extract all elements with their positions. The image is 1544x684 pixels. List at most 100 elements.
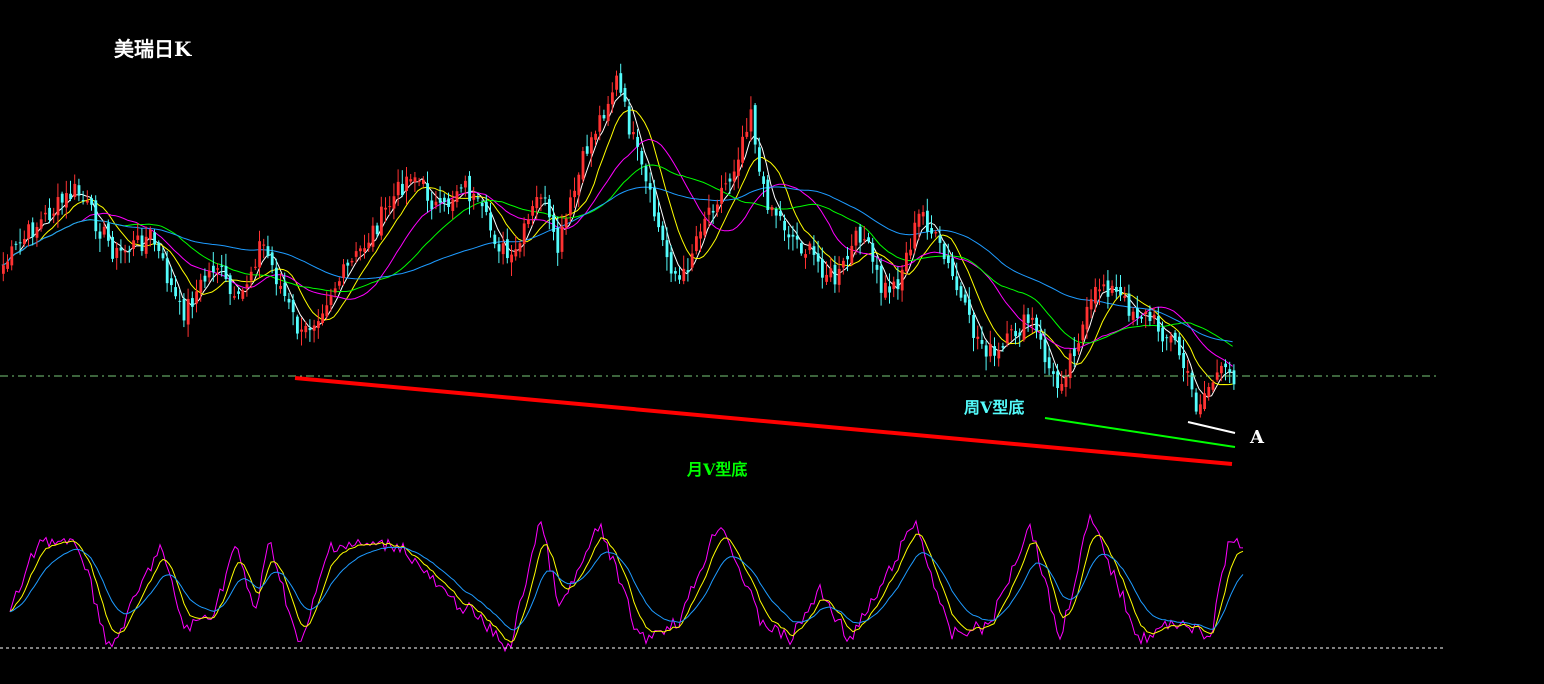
candle-body (417, 181, 421, 183)
candle-body (300, 329, 303, 332)
candle-body (31, 222, 35, 238)
candle-body (438, 198, 442, 203)
candle-body (854, 230, 858, 246)
candle-body (905, 252, 908, 272)
candle-body (283, 282, 287, 296)
candle-body (703, 218, 707, 236)
candle-body (493, 234, 497, 245)
candle-body (963, 294, 967, 303)
candle-body (291, 299, 295, 313)
candle-body (1081, 324, 1085, 341)
candle-body (1026, 314, 1030, 323)
candle-body (1010, 329, 1013, 331)
candle-body (779, 211, 782, 217)
candle-body (77, 185, 81, 196)
candle-body (86, 200, 89, 203)
candle-body (279, 285, 282, 289)
candle-body (1228, 369, 1232, 373)
candle-body (472, 193, 476, 200)
candle-body (195, 291, 198, 304)
monthly-v-bottom-label: 月V型底 (686, 460, 747, 479)
candle-body (497, 244, 501, 252)
candle-body (758, 147, 761, 172)
candle-body (690, 253, 694, 268)
candle-body (711, 210, 715, 213)
candle-body (1165, 337, 1169, 339)
candle-body (556, 227, 560, 253)
candle-body (1085, 306, 1089, 330)
candle-body (396, 181, 400, 196)
candle-body (1060, 383, 1064, 391)
candle-body (346, 262, 350, 266)
candle-body (312, 325, 316, 331)
candle-body (1018, 332, 1022, 336)
candle-body (884, 282, 887, 298)
candle-body (539, 197, 543, 199)
candle-body (1005, 333, 1009, 344)
candle-body (1224, 363, 1227, 368)
candle-body (128, 250, 131, 252)
candle-body (262, 244, 266, 246)
candle-body (804, 254, 807, 258)
candle-body (1115, 286, 1118, 292)
candle-body (728, 178, 732, 182)
candle-body (501, 243, 505, 255)
candle-body (1064, 375, 1068, 388)
candle-body (170, 278, 173, 286)
candle-body (1047, 357, 1051, 369)
candle-body (573, 190, 576, 198)
candle-body (6, 261, 9, 269)
candle-body (380, 206, 383, 236)
candle-body (661, 225, 665, 241)
candle-body (1144, 311, 1148, 315)
candle-body (1173, 332, 1177, 341)
candle-body (1106, 280, 1110, 297)
candle-body (732, 171, 736, 182)
candle-body (27, 224, 30, 239)
candle-body (296, 316, 299, 334)
candle-body (695, 236, 698, 252)
candle-body (254, 266, 257, 268)
candle-body (430, 200, 434, 210)
candle-body (14, 243, 18, 245)
candle-body (1199, 404, 1202, 415)
candle-body (317, 321, 320, 328)
candle-body (69, 193, 72, 199)
candle-body (808, 243, 812, 251)
candle-body (1148, 311, 1152, 322)
candle-body (178, 300, 182, 302)
candle-body (1169, 335, 1173, 343)
candle-body (858, 226, 862, 243)
candle-body (216, 268, 219, 270)
candle-body (325, 305, 329, 317)
candle-body (132, 240, 135, 249)
candle-body (1094, 286, 1097, 304)
candle-body (1123, 295, 1127, 298)
stock-chart: 美瑞日K 周V型底 月V型底 A (0, 0, 1544, 684)
candle-body (648, 183, 652, 190)
candle-body (111, 236, 114, 259)
candle-body (48, 207, 51, 221)
candle-body (18, 242, 22, 244)
candle-body (724, 183, 728, 185)
candle-body (1190, 372, 1194, 390)
candle-body (1052, 371, 1055, 374)
candle-body (275, 267, 278, 285)
candle-body (186, 298, 190, 325)
candle-body (506, 239, 509, 259)
candle-body (123, 251, 127, 253)
candle-body (564, 218, 568, 228)
candle-body (174, 287, 177, 297)
candle-body (451, 199, 455, 211)
candle-body (1182, 353, 1185, 369)
candle-body (1031, 317, 1034, 320)
candle-body (590, 137, 593, 154)
candle-body (602, 115, 606, 119)
candle-body (371, 225, 375, 247)
candle-body (892, 281, 896, 289)
candle-body (224, 265, 228, 279)
candle-body (686, 270, 690, 273)
candle-body (632, 132, 635, 135)
candle-body (938, 235, 942, 243)
candle-body (144, 236, 148, 254)
